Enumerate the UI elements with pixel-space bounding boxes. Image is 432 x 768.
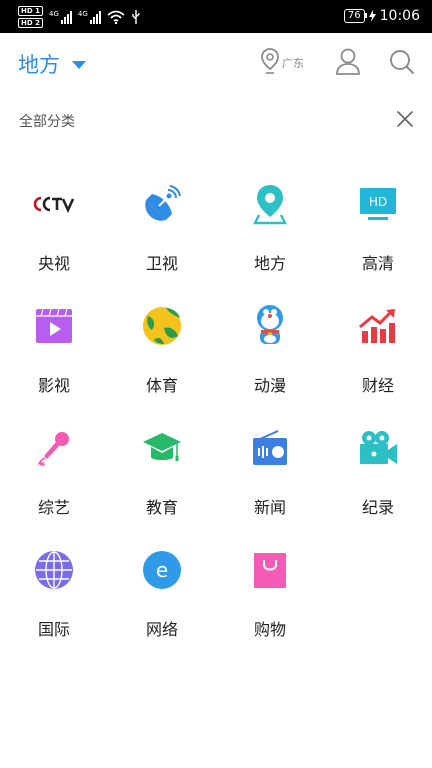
user-icon[interactable] [334, 47, 362, 77]
category-label: 卫视 [145, 254, 178, 273]
internet-e-icon: e [140, 548, 184, 592]
category-education[interactable]: 教育 [108, 426, 216, 548]
category-label: 纪录 [361, 498, 394, 517]
cctv-logo-icon [32, 182, 76, 226]
shopping-bag-icon [248, 548, 292, 592]
status-time: 10:06 [379, 8, 420, 24]
category-label: 教育 [145, 498, 178, 517]
all-categories-label: 全部分类 [19, 114, 75, 130]
category-film[interactable]: 影视 [0, 304, 108, 426]
hd2-badge: HD 2 [18, 18, 43, 28]
category-label: 央视 [37, 254, 70, 273]
hd1-badge: HD 1 [18, 6, 43, 16]
battery-icon: 76 [343, 9, 367, 23]
film-play-icon [32, 304, 76, 348]
category-label: 综艺 [37, 498, 70, 517]
category-news[interactable]: 新闻 [216, 426, 324, 548]
network-type-2: 4G [77, 10, 88, 18]
graduation-cap-icon [140, 426, 184, 470]
category-international[interactable]: 国际 [0, 548, 108, 670]
svg-text:HD: HD [369, 195, 387, 209]
category-bar: 全部分类 [0, 106, 432, 136]
category-label: 动漫 [253, 376, 286, 395]
signal-icon: 4G [49, 10, 72, 24]
location-label: 广东 [282, 57, 304, 70]
location-pin-icon [261, 48, 279, 74]
doraemon-icon [248, 304, 292, 348]
category-label: 新闻 [253, 498, 286, 517]
radio-icon [248, 426, 292, 470]
search-icon[interactable] [388, 47, 416, 77]
category-cctv[interactable]: 央视 [0, 182, 108, 304]
location-button[interactable]: 广东 [260, 47, 304, 75]
category-variety[interactable]: 综艺 [0, 426, 108, 548]
status-bar: HD 1 HD 2 4G 4G 76 10:06 [0, 0, 432, 33]
category-shopping[interactable]: 购物 [216, 548, 324, 670]
category-hd[interactable]: HD 高清 [324, 182, 432, 304]
category-anime[interactable]: 动漫 [216, 304, 324, 426]
hd-monitor-icon: HD [356, 182, 400, 226]
usb-icon [132, 10, 140, 24]
status-right: 76 10:06 [343, 8, 420, 24]
category-local[interactable]: 地方 [216, 182, 324, 304]
hd-indicators: HD 1 HD 2 [18, 6, 43, 28]
category-label: 体育 [145, 376, 178, 395]
svg-text:e: e [156, 558, 168, 582]
category-label: 地方 [253, 254, 286, 273]
map-pin-icon [248, 182, 292, 226]
category-label: 财经 [361, 376, 394, 395]
category-satellite[interactable]: 卫视 [108, 182, 216, 304]
category-documentary[interactable]: 纪录 [324, 426, 432, 548]
globe-icon [32, 548, 76, 592]
top-header: 地方 广东 [0, 33, 432, 93]
video-camera-icon [356, 426, 400, 470]
category-label: 购物 [253, 620, 286, 639]
category-label: 国际 [37, 620, 70, 639]
network-type-1: 4G [48, 10, 59, 18]
soccer-ball-icon [140, 304, 184, 348]
finance-chart-icon [356, 304, 400, 348]
charging-icon [368, 10, 376, 22]
microphone-icon [32, 426, 76, 470]
category-finance[interactable]: 财经 [324, 304, 432, 426]
category-label: 网络 [145, 620, 178, 639]
category-internet[interactable]: e 网络 [108, 548, 216, 670]
region-selector[interactable]: 地方 [18, 49, 86, 79]
category-label: 高清 [361, 254, 394, 273]
satellite-dish-icon [140, 182, 184, 226]
category-sports[interactable]: 体育 [108, 304, 216, 426]
signal-icon-2: 4G [78, 10, 101, 24]
close-icon[interactable] [396, 110, 414, 128]
caret-down-icon [72, 61, 86, 69]
region-title-text: 地方 [18, 53, 60, 77]
status-left: HD 1 HD 2 4G 4G [18, 6, 141, 28]
category-label: 影视 [37, 376, 70, 395]
wifi-icon [107, 10, 125, 24]
